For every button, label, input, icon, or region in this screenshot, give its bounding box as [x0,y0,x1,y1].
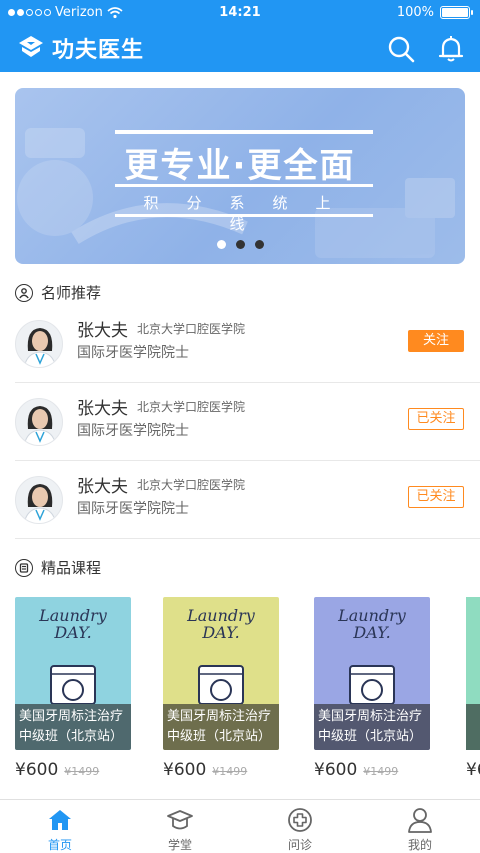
course-card[interactable]: Laundry DAY. 美国牙周标注治疗中级班（北京站） ¥600 ¥1499 [163,597,279,780]
followed-button[interactable]: 已关注 [408,486,464,508]
doctor-name: 张大夫 [77,321,128,341]
home-icon [49,810,71,830]
banner-rule-middle [115,184,373,187]
course-price-old: ¥1499 [64,765,100,778]
banner-headline: 更专业·更全面 [124,146,356,186]
tab-consult[interactable]: 问诊 [240,800,360,853]
course-caption: 美国牙周标注治疗中级班（北京站） [15,704,131,750]
course-caption: 美国牙周标注治疗中级班（北京站） [163,704,279,750]
divider [15,538,480,539]
tab-label: 我的 [407,838,432,852]
promo-banner[interactable]: 更专业·更全面 积分系统上线 [15,88,465,264]
doctor-name: 张大夫 [77,477,128,497]
tab-label: 首页 [47,838,72,852]
course-price-now: ¥600 [15,760,59,780]
course-price-now: ¥600 [163,760,207,780]
tab-home[interactable]: 首页 [0,800,120,853]
pager-dot[interactable] [235,240,245,249]
course-price-old: ¥1499 [212,765,248,778]
status-bar: Verizon 14:21 100% [0,0,480,26]
pager-dot[interactable] [254,240,264,249]
divider [15,382,480,383]
course-cover: Laundry DAY. 美国牙周标注治疗中级班（北京站） [314,597,430,750]
course-price: ¥600 ¥1499 [15,760,131,780]
doctor-org: 北京大学口腔医学院 [137,478,246,492]
banner-pager[interactable] [15,240,465,249]
tab-bar: 首页 学堂 问诊 我的 [0,799,480,853]
doctor-org: 北京大学口腔医学院 [137,400,246,414]
course-brand: Laundry DAY. [187,606,255,642]
person-circle-icon [15,283,33,302]
doctors-section-header: 名师推荐 [15,282,101,303]
battery-status: 100% [396,5,473,20]
doctor-title: 国际牙医学院院士 [77,423,189,439]
divider [15,460,480,461]
washing-machine-icon [349,665,395,704]
course-price-now: ¥600 [314,760,358,780]
follow-button[interactable]: 关注 [408,330,464,352]
doctor-avatar [15,476,63,524]
course-cover: Laundry DAY. 美国牙周标注治疗中级班（北京站） [15,597,131,750]
course-price: ¥600 ¥1499 [163,760,279,780]
user-icon [408,808,432,833]
followed-button[interactable]: 已关注 [408,408,464,430]
course-card[interactable]: Laundry DAY. 美国牙周标注治疗中级班（北京站） ¥600 ¥1499 [15,597,131,780]
washing-machine-icon [198,665,244,704]
doctor-avatar [15,398,63,446]
course-list-icon [15,558,33,577]
doctors-section-title: 名师推荐 [41,284,102,302]
app-title: 功夫医生 [52,38,145,63]
doctor-org: 北京大学口腔医学院 [137,322,246,336]
course-caption: 美国牙周标注治疗中级班（北京站） [314,704,430,750]
banner-rule-top [115,130,373,134]
doctor-name: 张大夫 [77,399,128,419]
course-brand: Laundry DAY. [338,606,406,642]
course-brand: Laundry DAY. [39,606,107,642]
tab-profile[interactable]: 我的 [360,800,480,853]
tab-label: 学堂 [167,838,192,852]
battery-percent: 100% [396,5,434,20]
course-card[interactable]: Laundry DAY. 美国牙周标注治疗中级班（北京站） ¥600 ¥1499 [314,597,430,780]
battery-icon [440,6,473,19]
doctor-title: 国际牙医学院院士 [77,345,189,361]
course-price-now: ¥600 [466,760,480,780]
bell-icon[interactable] [436,34,466,64]
tab-label: 问诊 [287,838,312,852]
tab-school[interactable]: 学堂 [120,800,240,853]
course-cover: Laundry DAY. 美国牙周标注治疗中级班（北京站） [163,597,279,750]
courses-section-title: 精品课程 [41,559,102,577]
course-price-old: ¥1499 [363,765,399,778]
app-bar: 功夫医生 [0,26,480,72]
course-card-peek[interactable]: ¥600 [466,597,480,797]
logo-icon [19,36,43,57]
graduation-cap-icon [167,810,193,830]
washing-machine-icon [50,665,96,704]
courses-section-header: 精品课程 [15,557,101,578]
pager-dot[interactable] [216,240,226,249]
doctor-title: 国际牙医学院院士 [77,501,189,517]
medical-cross-icon [288,808,312,832]
banner-subline: 积分系统上线 [143,194,359,233]
app-logo: 功夫医生 [16,32,144,64]
banner-rule-bottom [115,214,373,217]
course-price: ¥600 ¥1499 [314,760,430,780]
doctor-avatar [15,320,63,368]
search-icon[interactable] [386,34,416,64]
